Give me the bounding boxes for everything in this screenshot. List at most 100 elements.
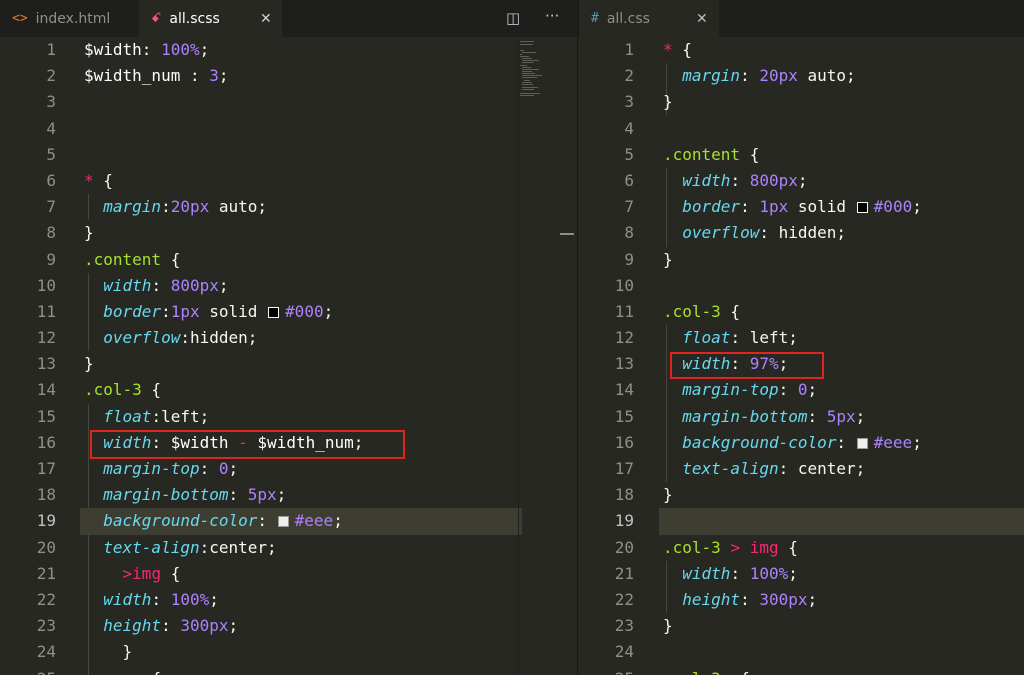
editor-pane-css[interactable]: 1234567891011121314151617181920212223242… (578, 37, 1024, 675)
code-line: margin:20px auto; (103, 197, 268, 217)
code-line: margin-bottom: 5px; (682, 406, 866, 426)
code-line: .content { (84, 249, 181, 269)
scrollbar-thumb[interactable] (560, 233, 574, 235)
line-number: 17 (614, 459, 634, 478)
line-number: 15 (614, 406, 634, 426)
code-line: } (663, 616, 673, 636)
line-number: 18 (614, 485, 634, 505)
color-swatch[interactable] (277, 516, 289, 528)
split-editor-icon[interactable]: ◫ (506, 8, 520, 28)
code-line: width: 800px; (682, 170, 808, 190)
tab-label: all.css (606, 10, 650, 27)
code-line: width: 100%; (682, 563, 798, 583)
code-area[interactable]: $width: 100%; $width_num : 3; * { margin… (80, 37, 522, 675)
tab-label: all.scss (169, 10, 220, 27)
code-line: overflow:hidden; (103, 328, 258, 348)
code-line: $width_num : 3; (84, 66, 229, 86)
code-line: * { (663, 40, 692, 59)
line-number: 9 (46, 249, 56, 269)
code-line: margin: 20px auto; (682, 66, 856, 86)
sass-icon: ꗃ (151, 11, 162, 26)
code-line: } (663, 92, 673, 112)
color-swatch[interactable] (856, 437, 868, 449)
tab-index-html[interactable]: <> index.html (0, 0, 138, 37)
line-number: 16 (36, 432, 56, 452)
code-line: float: left; (682, 328, 798, 348)
code-editor-window: <> index.html ꗃ all.scss ✕ ◫ ··· # all.c… (0, 0, 1024, 675)
line-number: 22 (36, 589, 56, 609)
line-number: 21 (614, 563, 634, 583)
code-line-current (659, 508, 1024, 535)
highlight-box (90, 430, 405, 459)
line-number: 19 (614, 511, 634, 531)
line-number: 7 (624, 197, 634, 217)
line-number: 22 (614, 589, 634, 609)
minimap[interactable] (518, 37, 568, 675)
line-number: 11 (36, 301, 56, 321)
line-number: 21 (36, 563, 56, 583)
code-line: . { (84, 666, 518, 675)
code-line: .col-3 { (663, 666, 1024, 675)
line-number: 8 (624, 223, 634, 243)
code-line: .col-3 { (663, 301, 741, 321)
color-swatch[interactable] (856, 202, 868, 214)
line-number-gutter: 1234567891011121314151617181920212223242… (0, 37, 60, 675)
code-line: >img { (122, 563, 181, 583)
more-actions-icon[interactable]: ··· (545, 6, 559, 26)
line-number: 20 (614, 537, 634, 557)
line-number: 24 (36, 642, 56, 662)
line-number: 12 (614, 328, 634, 348)
code-line: height: 300px; (103, 616, 239, 636)
line-number: 3 (46, 92, 56, 112)
code-line: * { (84, 170, 113, 190)
code-line: overflow: hidden; (682, 223, 847, 243)
line-number-gutter: 1234567891011121314151617181920212223242… (578, 37, 638, 675)
line-number: 13 (36, 354, 56, 374)
html-icon: <> (12, 11, 28, 26)
line-number: 15 (36, 406, 56, 426)
code-line: $width: 100%; (84, 40, 210, 59)
code-line: border: 1px solid #000; (682, 197, 922, 217)
tab-all-scss[interactable]: ꗃ all.scss ✕ (139, 0, 282, 37)
close-icon[interactable]: ✕ (260, 11, 272, 27)
code-line: text-align: center; (682, 459, 866, 478)
editor-pane-scss[interactable]: 1234567891011121314151617181920212223242… (0, 37, 577, 675)
tab-all-css[interactable]: # all.css ✕ (578, 0, 719, 37)
line-number: 2 (46, 66, 56, 86)
code-line: margin-bottom: 5px; (103, 485, 287, 505)
code-line: background-color: #eee; (682, 432, 922, 452)
line-number: 5 (624, 144, 634, 164)
line-number: 18 (36, 485, 56, 505)
line-number: 17 (36, 459, 56, 478)
line-number: 23 (614, 616, 634, 636)
line-number: 1 (46, 40, 56, 59)
line-number: 19 (36, 511, 56, 531)
line-number: 8 (46, 223, 56, 243)
line-number: 7 (46, 197, 56, 217)
highlight-box (670, 352, 824, 379)
line-number: 25 (578, 666, 638, 675)
color-swatch[interactable] (268, 306, 280, 318)
code-line: height: 300px; (682, 589, 818, 609)
line-number: 9 (624, 249, 634, 269)
line-number: 14 (614, 380, 634, 400)
line-number: 24 (614, 642, 634, 662)
code-line: } (84, 354, 94, 374)
code-line: text-align:center; (103, 537, 277, 557)
code-line: width: 800px; (103, 275, 229, 295)
line-number: 10 (36, 275, 56, 295)
line-number: 4 (624, 118, 634, 138)
code-line: } (663, 485, 673, 505)
css-icon: # (591, 11, 599, 26)
line-number: 11 (614, 301, 634, 321)
close-icon[interactable]: ✕ (696, 11, 708, 27)
code-line: } (84, 223, 94, 243)
code-line: float:left; (103, 406, 210, 426)
code-line: } (663, 249, 673, 269)
line-number: 20 (36, 537, 56, 557)
line-number: 2 (624, 66, 634, 86)
tab-bar: <> index.html ꗃ all.scss ✕ ◫ ··· # all.c… (0, 0, 1024, 37)
